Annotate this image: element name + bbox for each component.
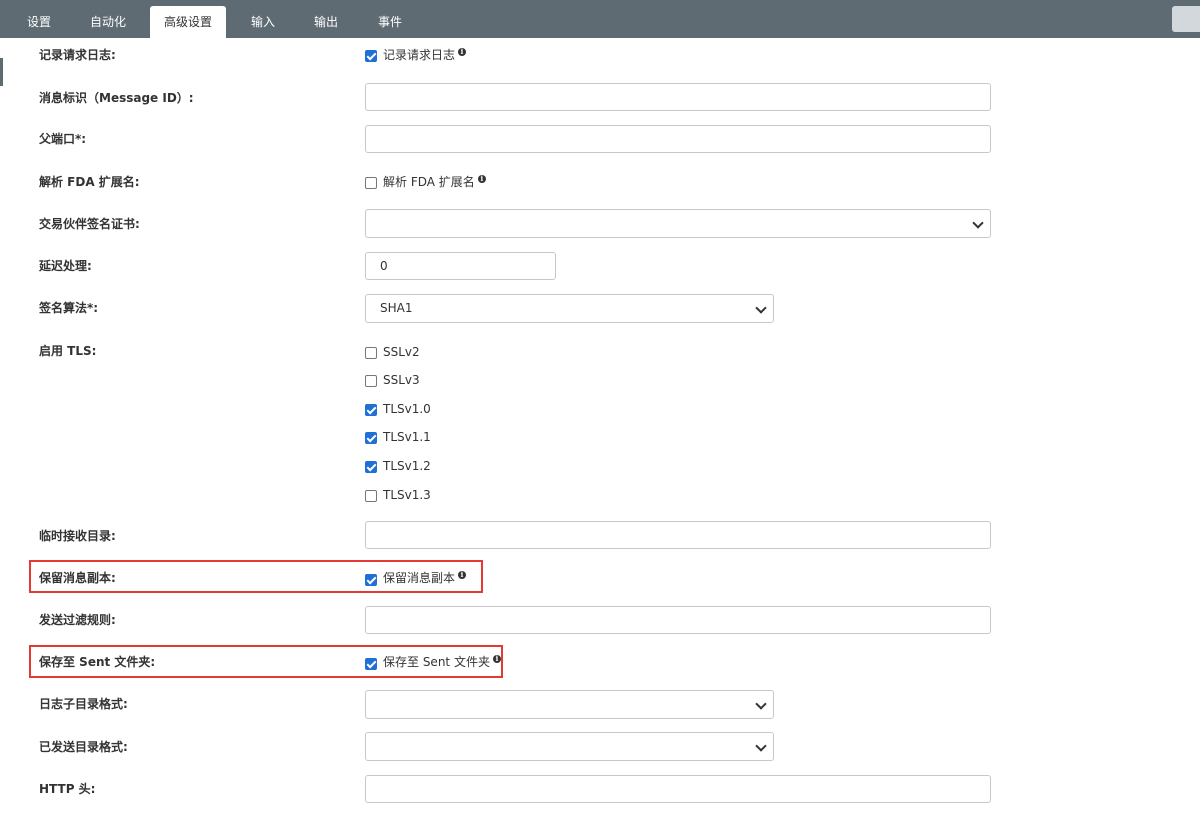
temp-dir-input[interactable] (365, 521, 991, 549)
info-circle-icon: i (492, 655, 501, 663)
tab-settings[interactable]: 设置 (14, 6, 64, 38)
tab-automation[interactable]: 自动化 (78, 6, 138, 38)
save-sent-checkbox[interactable] (365, 658, 377, 670)
tls-sslv2-checkbox[interactable] (365, 347, 377, 359)
parse-fda-label: 解析 FDA 扩展名: (39, 175, 140, 189)
http-header-label: HTTP 头: (39, 782, 96, 796)
tls-sslv3-checkbox[interactable] (365, 375, 377, 387)
tls-sslv3-text: SSLv3 (383, 373, 420, 387)
keep-copy-label: 保留消息副本: (39, 571, 116, 585)
sent-dir-label: 已发送目录格式: (39, 740, 128, 754)
log-request-checkbox-text: 记录请求日志 i (383, 45, 467, 65)
keep-copy-checkbox-text: 保留消息副本 i (383, 568, 467, 588)
delay-input[interactable]: 0 (365, 252, 556, 280)
save-sent-checkbox-text: 保存至 Sent 文件夹 i (383, 652, 501, 672)
tls-tlsv10-checkbox[interactable] (365, 404, 377, 416)
tls-tlsv12-text: TLSv1.2 (383, 459, 431, 473)
tab-advanced-settings[interactable]: 高级设置 (150, 6, 226, 38)
chevron-down-icon (755, 740, 767, 752)
tab-events[interactable]: 事件 (365, 6, 415, 38)
tls-sslv2-text: SSLv2 (383, 345, 420, 359)
chevron-down-icon (972, 217, 984, 229)
log-request-label: 记录请求日志: (39, 48, 116, 62)
send-filter-label: 发送过滤规则: (39, 613, 116, 627)
log-subdir-label: 日志子目录格式: (39, 697, 128, 711)
left-rail-indicator (0, 58, 3, 86)
keep-copy-checkbox[interactable] (365, 574, 377, 586)
tls-tlsv13-text: TLSv1.3 (383, 488, 431, 502)
tls-tlsv11-text: TLSv1.1 (383, 430, 431, 444)
partner-cert-select[interactable] (365, 209, 991, 238)
tls-tlsv10-text: TLSv1.0 (383, 402, 431, 416)
log-subdir-select[interactable] (365, 690, 774, 719)
sign-alg-label: 签名算法*: (39, 301, 99, 315)
delay-label: 延迟处理: (39, 259, 92, 273)
parent-port-input[interactable] (365, 125, 991, 153)
tls-label: 启用 TLS: (39, 344, 97, 358)
message-id-label: 消息标识（Message ID）: (39, 91, 194, 105)
tab-input[interactable]: 输入 (238, 6, 288, 38)
message-id-input[interactable] (365, 83, 991, 111)
temp-dir-label: 临时接收目录: (39, 529, 116, 543)
http-header-input[interactable] (365, 775, 991, 803)
tls-tlsv13-checkbox[interactable] (365, 490, 377, 502)
info-circle-icon: i (458, 48, 467, 56)
sign-alg-select[interactable]: SHA1 (365, 294, 774, 323)
log-request-checkbox[interactable] (365, 50, 377, 62)
topbar-action-button[interactable] (1172, 6, 1200, 32)
sent-dir-select[interactable] (365, 732, 774, 761)
save-sent-label: 保存至 Sent 文件夹: (39, 655, 156, 669)
info-circle-icon: i (477, 175, 486, 183)
tls-tlsv12-checkbox[interactable] (365, 461, 377, 473)
info-circle-icon: i (458, 571, 467, 579)
sign-alg-value: SHA1 (380, 301, 413, 315)
parent-port-label: 父端口*: (39, 132, 87, 146)
partner-cert-label: 交易伙伴签名证书: (39, 217, 140, 231)
tls-tlsv11-checkbox[interactable] (365, 432, 377, 444)
tab-output[interactable]: 输出 (301, 6, 351, 38)
tab-bar: 设置 自动化 高级设置 输入 输出 事件 (0, 0, 1200, 38)
chevron-down-icon (755, 698, 767, 710)
parse-fda-checkbox[interactable] (365, 177, 377, 189)
send-filter-input[interactable] (365, 606, 991, 634)
parse-fda-checkbox-text: 解析 FDA 扩展名 i (383, 172, 486, 192)
chevron-down-icon (755, 302, 767, 314)
